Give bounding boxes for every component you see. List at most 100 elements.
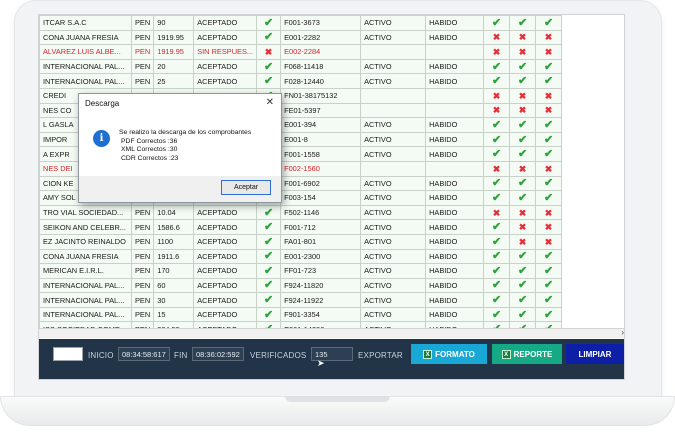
cell-xml: ✔ [509, 248, 537, 265]
check-icon: ✔ [263, 250, 274, 263]
inicio-field[interactable]: 08:34:58:617 [118, 347, 170, 361]
cell-cdr: ✖ [535, 102, 563, 119]
table-row[interactable]: INTERNACIONAL PAL... PEN 15 ACEPTADO ✔ F901-3… [39, 306, 563, 323]
table-row[interactable]: EZ JACINTO REINALDO PEN 1100 ACEPTADO ✔ FA01-… [39, 233, 563, 250]
message-line: CDR Correctos :23 [121, 154, 179, 162]
cross-icon: ✖ [492, 90, 501, 101]
table-row[interactable]: TRO VIAL SOCIEDAD... PEN 10.04 ACEPTADO ✔ F50… [39, 204, 563, 221]
cell-validado: ✔ [256, 277, 282, 294]
cell-xml: ✖ [509, 29, 537, 46]
cell-validado: ✔ [256, 248, 282, 265]
cross-icon: ✖ [544, 207, 553, 218]
table-row[interactable]: INTERNACIONAL PAL... PEN 60 ACEPTADO ✔ F924-1… [39, 277, 563, 294]
table-row[interactable]: ITCAR S.A.C PEN 90 ACEPTADO ✔ F001-3673 ACTIVO… [39, 15, 563, 31]
cell-xml: ✖ [509, 44, 537, 60]
horizontal-scrollbar[interactable]: › [39, 328, 624, 338]
table-row[interactable]: ALVAREZ LUIS ALBE... PEN 1919.95 SIN RESPUE… [39, 44, 563, 60]
cell-activo: ACTIVO [360, 29, 427, 46]
formato-button[interactable]: X FORMATO [411, 344, 487, 364]
cell-pdf: ✔ [483, 219, 511, 235]
message-line: XML Correctos :30 [121, 146, 178, 154]
cell-serie: E001-8 [280, 131, 362, 148]
check-icon: ✔ [491, 133, 502, 146]
cell-serie: FF01-723 [280, 263, 362, 279]
cell-serie: E001-2300 [280, 248, 362, 265]
cell-cdr: ✔ [535, 248, 563, 265]
cell-moneda: PEN [130, 292, 155, 308]
table-row[interactable]: INTERNACIONAL PAL... PEN 25 ACEPTADO ✔ F028-1… [39, 73, 563, 89]
cell-serie: FE01-5397 [280, 102, 362, 119]
cross-icon: ✖ [544, 222, 553, 233]
cell-xml: ✖ [509, 87, 537, 104]
fin-field[interactable]: 08:36:02:592 [192, 347, 244, 361]
check-icon: ✔ [543, 60, 554, 73]
cross-icon: ✖ [518, 222, 527, 233]
filter-input[interactable] [53, 347, 83, 361]
check-icon: ✔ [263, 206, 274, 219]
table-row[interactable]: INTERNACIONAL PAL... PEN 20 ACEPTADO ✔ F068-1… [39, 58, 563, 75]
reporte-button[interactable]: X REPORTE [492, 344, 562, 364]
cell-monto: 15 [153, 306, 195, 323]
cell-estado: ACEPTADO [193, 306, 258, 323]
cell-xml: ✔ [509, 190, 537, 206]
message-line: PDF Correctos :36 [121, 137, 178, 145]
cell-pdf: ✖ [483, 102, 511, 119]
cross-icon: ✖ [518, 105, 527, 116]
cell-pdf: ✔ [483, 263, 511, 279]
limpiar-button[interactable]: LIMPIAR [566, 344, 624, 364]
cell-moneda: PEN [130, 204, 155, 221]
table-row[interactable]: CONA JUANA FRESIA PEN 1911.6 ACEPTADO ✔ E001-… [39, 248, 563, 265]
cell-pdf: ✔ [483, 190, 511, 206]
cell-cdr: ✔ [535, 190, 563, 206]
check-icon: ✔ [491, 148, 502, 161]
cross-icon: ✖ [544, 236, 553, 247]
check-icon: ✔ [543, 308, 554, 321]
cell-razon-social: CONA JUANA FRESIA [39, 29, 132, 46]
cell-pdf: ✔ [483, 15, 511, 31]
cell-serie: FA01-801 [280, 233, 362, 250]
check-icon: ✔ [263, 294, 274, 307]
cell-serie: F028-12440 [280, 73, 362, 89]
cell-validado: ✔ [256, 15, 282, 31]
cell-razon-social: INTERNACIONAL PAL... [39, 277, 132, 294]
check-icon: ✔ [517, 148, 528, 161]
cell-serie: F001-3673 [280, 15, 362, 31]
cell-serie: FN01-38175132 [280, 87, 362, 104]
cell-serie: E001-2282 [280, 29, 362, 46]
cell-estado: ACEPTADO [193, 277, 258, 294]
cell-habido: HABIDO [425, 175, 485, 192]
cell-habido: HABIDO [425, 15, 485, 31]
cell-pdf: ✖ [483, 204, 511, 221]
table-row[interactable]: INTERNACIONAL PAL... PEN 30 ACEPTADO ✔ F924-1… [39, 292, 563, 308]
cross-icon: ✖ [518, 163, 527, 174]
cross-icon: ✖ [518, 32, 527, 43]
cell-validado: ✔ [256, 29, 282, 46]
cell-validado: ✔ [256, 219, 282, 235]
cell-serie: F001-712 [280, 219, 362, 235]
scroll-right-arrow-icon[interactable]: › [621, 328, 624, 337]
cell-habido: HABIDO [425, 58, 485, 75]
cell-cdr: ✔ [535, 175, 563, 192]
cell-habido [425, 44, 485, 60]
table-row[interactable]: SEIKON AND CELEBR... PEN 1586.6 ACEPTADO ✔ F0… [39, 219, 563, 235]
cell-estado: ACEPTADO [193, 58, 258, 75]
cell-moneda: PEN [130, 73, 155, 89]
cross-icon: ✖ [492, 46, 501, 57]
cross-icon: ✖ [544, 46, 553, 57]
check-icon: ✔ [517, 118, 528, 131]
cell-estado: ACEPTADO [193, 15, 258, 31]
check-icon: ✔ [517, 75, 528, 88]
cell-estado: ACEPTADO [193, 248, 258, 265]
close-icon[interactable]: ✕ [266, 97, 274, 108]
fin-label: FIN [174, 351, 188, 360]
table-row[interactable]: MERICAN E.I.R.L. PEN 170 ACEPTADO ✔ FF01-723 A… [39, 263, 563, 279]
cell-xml: ✔ [509, 58, 537, 75]
table-row[interactable]: CONA JUANA FRESIA PEN 1919.95 ACEPTADO ✔ E001… [39, 29, 563, 46]
check-icon: ✔ [517, 191, 528, 204]
cell-serie: E002-2284 [280, 44, 362, 60]
cell-validado: ✔ [256, 204, 282, 221]
cross-icon: ✖ [492, 163, 501, 174]
cell-serie: F003-154 [280, 190, 362, 206]
formato-button-label: FORMATO [435, 349, 475, 359]
aceptar-button[interactable]: Aceptar [221, 180, 271, 195]
